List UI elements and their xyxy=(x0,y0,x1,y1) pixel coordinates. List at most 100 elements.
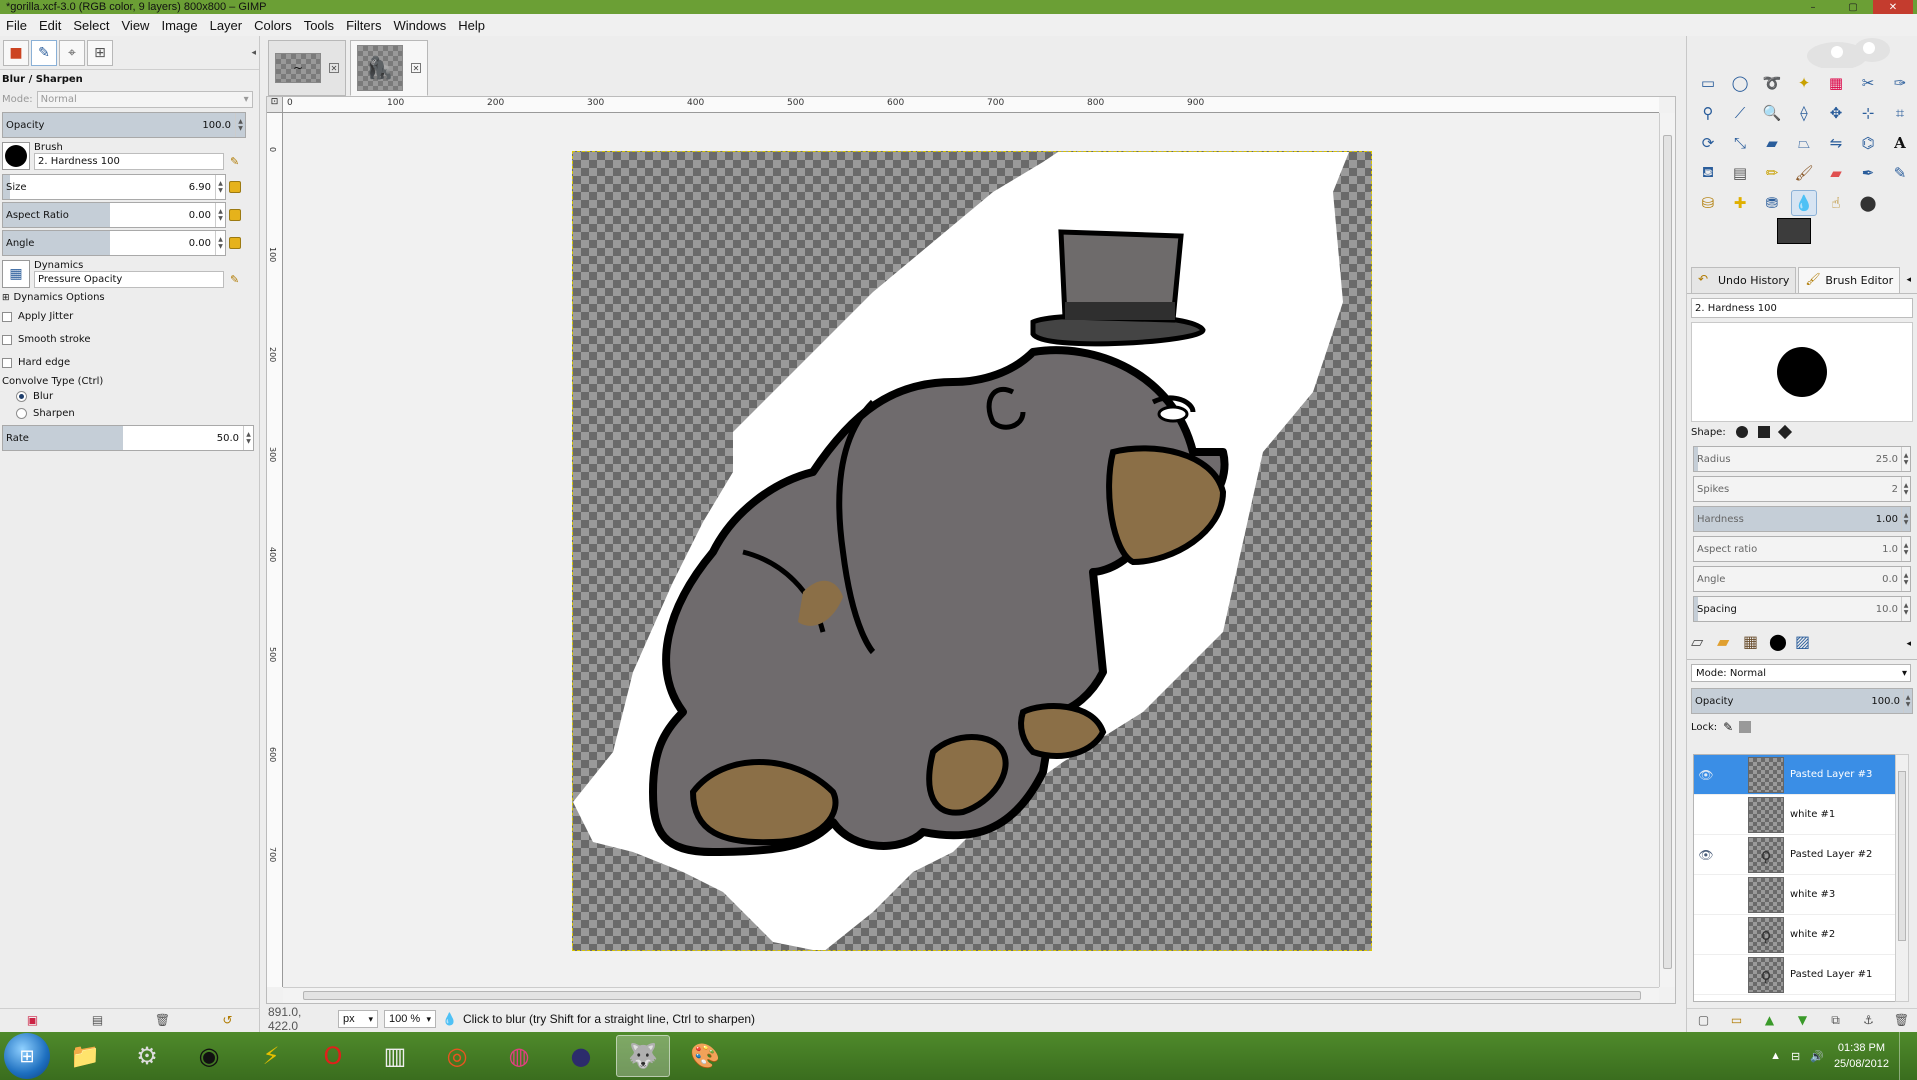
delete-layer-icon[interactable]: 🗑 xyxy=(1894,1013,1910,1029)
color-picker-icon[interactable]: ⟋ xyxy=(1727,100,1753,126)
explorer-icon[interactable]: 📁 xyxy=(58,1035,112,1077)
radius-spinner[interactable]: ▲ ▼ xyxy=(1901,447,1910,471)
layer-row[interactable]: white #3 xyxy=(1694,875,1898,915)
scissors-select-icon[interactable]: ✂ xyxy=(1855,70,1881,96)
apply-jitter-checkbox[interactable] xyxy=(2,311,12,322)
text-icon[interactable]: A xyxy=(1887,130,1913,156)
spreadsheet-icon[interactable]: ▥ xyxy=(368,1035,422,1077)
clone-icon[interactable]: ⛁ xyxy=(1695,190,1721,216)
tab-brush-editor[interactable]: 🖌 Brush Editor xyxy=(1798,266,1901,293)
layer-row[interactable]: 👁 ǫ Pasted Layer #2 xyxy=(1694,835,1898,875)
smooth-stroke-row[interactable]: Smooth stroke xyxy=(0,324,259,347)
dynamics-icon[interactable]: ▦ xyxy=(2,260,30,288)
steam-icon[interactable]: ⚙ xyxy=(120,1035,174,1077)
opera-icon[interactable]: O xyxy=(306,1035,360,1077)
winrar-icon[interactable]: ⚡ xyxy=(244,1035,298,1077)
zoom-select[interactable]: 100 % ▾ xyxy=(384,1010,436,1028)
hard-edge-checkbox[interactable] xyxy=(2,357,12,368)
sharpen-radio[interactable] xyxy=(16,408,27,419)
menu-layer[interactable]: Layer xyxy=(210,18,243,33)
menu-colors[interactable]: Colors xyxy=(254,18,292,33)
reset-angle-icon[interactable] xyxy=(229,237,241,249)
lock-alpha-icon[interactable] xyxy=(1739,721,1752,733)
tool-options-tab-icon[interactable]: ■ xyxy=(3,39,29,66)
foreground-select-icon[interactable]: ✑ xyxy=(1887,70,1913,96)
spikes-spinner[interactable]: ▲ ▼ xyxy=(1901,477,1910,501)
dodge-burn-icon[interactable]: ⬤ xyxy=(1855,190,1881,216)
reset-size-icon[interactable] xyxy=(229,181,241,193)
eraser-icon[interactable]: ▰ xyxy=(1823,160,1849,186)
angle-slider[interactable]: Angle 0.00 ▲ ▼ xyxy=(2,230,241,256)
paths-icon[interactable]: ⚲ xyxy=(1695,100,1721,126)
close-button[interactable]: ✕ xyxy=(1873,0,1913,14)
restore-options-icon[interactable]: ▤ xyxy=(90,1013,106,1029)
square-shape-icon[interactable] xyxy=(1757,426,1770,438)
image-tab-1[interactable]: ~ ✕ xyxy=(268,40,346,96)
circle-shape-icon[interactable] xyxy=(1735,426,1748,438)
mode-select[interactable]: Normal ▾ xyxy=(36,91,253,108)
blur-radio[interactable] xyxy=(16,391,27,402)
eye-icon[interactable]: 👁 xyxy=(1694,848,1718,862)
brush-angle-spinner[interactable]: ▲ ▼ xyxy=(1901,567,1910,591)
menu-tools[interactable]: Tools xyxy=(304,18,334,33)
radius-slider[interactable]: Radius 25.0 ▲ ▼ xyxy=(1693,446,1911,472)
clock[interactable]: 01:38 PM 25/08/2012 xyxy=(1834,1040,1889,1072)
move-icon[interactable]: ✥ xyxy=(1823,100,1849,126)
horizontal-ruler[interactable]: 0 100 200 300 400 500 600 700 800 900 xyxy=(283,97,1659,113)
close-tab-icon[interactable]: ✕ xyxy=(411,63,421,73)
crop-icon[interactable]: ⌗ xyxy=(1887,100,1913,126)
fg-bg-colors[interactable] xyxy=(1777,218,1917,266)
layers-scroll-thumb[interactable] xyxy=(1898,771,1906,941)
dynamics-field[interactable]: Pressure Opacity xyxy=(34,271,224,288)
brush-name-field[interactable]: 2. Hardness 100 xyxy=(1691,298,1913,318)
dock-menu-icon[interactable]: ◂ xyxy=(1906,639,1917,649)
duplicate-layer-icon[interactable]: ⧉ xyxy=(1828,1013,1844,1029)
zoom-icon[interactable]: 🔍 xyxy=(1759,100,1785,126)
hardness-spinner[interactable]: ▲ ▼ xyxy=(1901,507,1910,531)
reset-options-icon[interactable]: ↺ xyxy=(220,1013,236,1029)
close-tab-icon[interactable]: ✕ xyxy=(329,63,339,73)
layers-tab-icon[interactable]: ▱ xyxy=(1691,632,1715,656)
edit-dynamics-icon[interactable]: ✎ xyxy=(230,273,244,287)
rate-slider[interactable]: Rate 50.0 ▲ ▼ xyxy=(2,425,254,451)
pencil-icon[interactable]: ✏ xyxy=(1759,160,1785,186)
network-icon[interactable]: ⊟ xyxy=(1791,1050,1800,1063)
ink-icon[interactable]: ✎ xyxy=(1887,160,1913,186)
layer-row[interactable]: 👁 Pasted Layer #3 xyxy=(1694,755,1898,795)
fuzzy-select-icon[interactable]: ✦ xyxy=(1791,70,1817,96)
menu-help[interactable]: Help xyxy=(458,18,485,33)
sharpen-radio-row[interactable]: Sharpen xyxy=(0,404,259,421)
free-select-icon[interactable]: ➰ xyxy=(1759,70,1785,96)
reset-aspect-icon[interactable] xyxy=(229,209,241,221)
menu-windows[interactable]: Windows xyxy=(393,18,446,33)
layers-mode-select[interactable]: Mode: Normal ▾ xyxy=(1691,664,1911,682)
layer-row[interactable]: ǫ white #2 xyxy=(1694,915,1898,955)
eclipse-icon[interactable]: ● xyxy=(554,1035,608,1077)
measure-icon[interactable]: ⟠ xyxy=(1791,100,1817,126)
foreground-color-swatch[interactable] xyxy=(1777,218,1811,244)
brush-aspect-spinner[interactable]: ▲ ▼ xyxy=(1901,537,1910,561)
heal-icon[interactable]: ✚ xyxy=(1727,190,1753,216)
scale-icon[interactable]: ⤡ xyxy=(1727,130,1753,156)
vertical-ruler[interactable]: 0 100 200 300 400 500 600 700 xyxy=(267,113,283,987)
horizontal-scroll-thumb[interactable] xyxy=(303,991,1641,1000)
spikes-slider[interactable]: Spikes 2 ▲ ▼ xyxy=(1693,476,1911,502)
tray-expand-icon[interactable]: ▲ xyxy=(1770,1050,1781,1062)
rotate-icon[interactable]: ⟳ xyxy=(1695,130,1721,156)
perspective-icon[interactable]: ⏢ xyxy=(1791,130,1817,156)
layer-row[interactable]: ǫ Pasted Layer #1 xyxy=(1694,955,1898,995)
gradients-tab-icon[interactable]: ▨ xyxy=(1795,632,1819,656)
vertical-scrollbar[interactable] xyxy=(1659,113,1675,987)
canvas-area[interactable]: ⊡ 0 100 200 300 400 500 600 700 800 900 … xyxy=(266,96,1676,1004)
menu-image[interactable]: Image xyxy=(161,18,197,33)
menu-edit[interactable]: Edit xyxy=(39,18,61,33)
show-desktop-button[interactable] xyxy=(1899,1032,1913,1080)
menu-select[interactable]: Select xyxy=(73,18,109,33)
gradient-icon[interactable]: ▤ xyxy=(1727,160,1753,186)
smudge-icon[interactable]: ☝ xyxy=(1823,190,1849,216)
layer-row[interactable]: white #1 xyxy=(1694,795,1898,835)
anchor-layer-icon[interactable]: ⚓ xyxy=(1861,1013,1877,1029)
vertical-scroll-thumb[interactable] xyxy=(1663,135,1672,969)
save-options-icon[interactable]: ▣ xyxy=(25,1013,41,1029)
raise-layer-icon[interactable]: ▲ xyxy=(1762,1013,1778,1029)
